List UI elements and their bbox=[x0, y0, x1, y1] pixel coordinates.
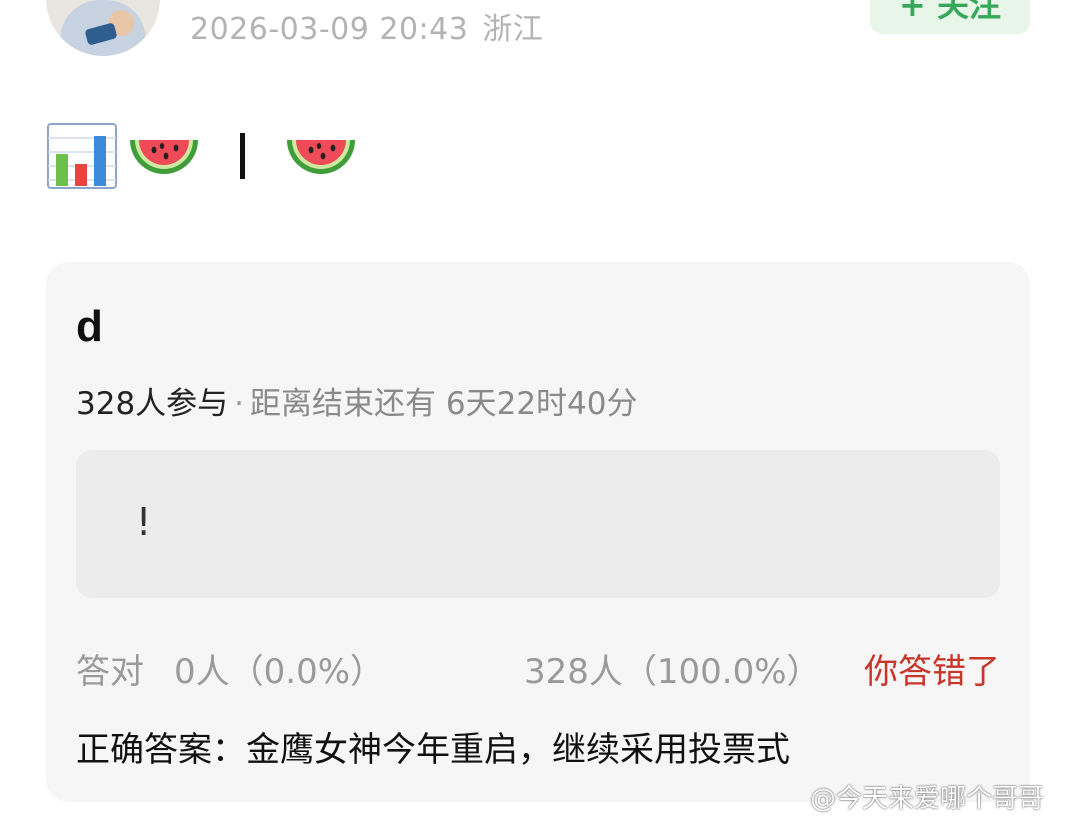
watermark: @今天来爱哪个哥哥 bbox=[810, 784, 1045, 814]
stats-separator: · bbox=[234, 386, 245, 422]
post-location: 浙江 bbox=[482, 12, 544, 47]
watermelon-icon bbox=[287, 140, 355, 174]
bar-chart-icon bbox=[47, 123, 117, 189]
quiz-option[interactable]: ! bbox=[76, 450, 1000, 598]
follow-button[interactable]: + 关注 bbox=[870, 0, 1030, 34]
correct-count: 0人（0.0%） bbox=[174, 652, 385, 692]
wrong-count: 328人（100.0%） bbox=[524, 652, 821, 692]
post-emoji-line bbox=[46, 120, 359, 192]
quiz-card: d 328人参与 · 距离结束还有 6天22时40分 ! 答对 0人（0.0%） 3… bbox=[46, 262, 1030, 802]
deadline-label: 距离结束还有 bbox=[250, 386, 437, 422]
quiz-stats: 328人参与 · 距离结束还有 6天22时40分 bbox=[76, 378, 638, 423]
avatar[interactable] bbox=[46, 0, 160, 56]
correct-answer: 正确答案：金鹰女神今年重启，继续采用投票式 bbox=[76, 730, 790, 770]
answer-status: 你答错了 bbox=[864, 652, 1000, 692]
post-datetime: 2026-03-09 20:43 bbox=[190, 12, 469, 47]
quiz-title: d bbox=[76, 302, 103, 351]
deadline-value: 6天22时40分 bbox=[445, 386, 638, 422]
correct-label: 答对 bbox=[76, 652, 144, 692]
participants-count: 328人参与 bbox=[76, 386, 229, 422]
post-meta: 2026-03-09 20:43 浙江 bbox=[190, 4, 543, 48]
result-row: 答对 0人（0.0%） 328人（100.0%） 你答错了 bbox=[76, 644, 1000, 692]
watermelon-icon bbox=[130, 140, 198, 174]
separator-bar bbox=[240, 133, 245, 179]
option-text: ! bbox=[136, 500, 152, 544]
